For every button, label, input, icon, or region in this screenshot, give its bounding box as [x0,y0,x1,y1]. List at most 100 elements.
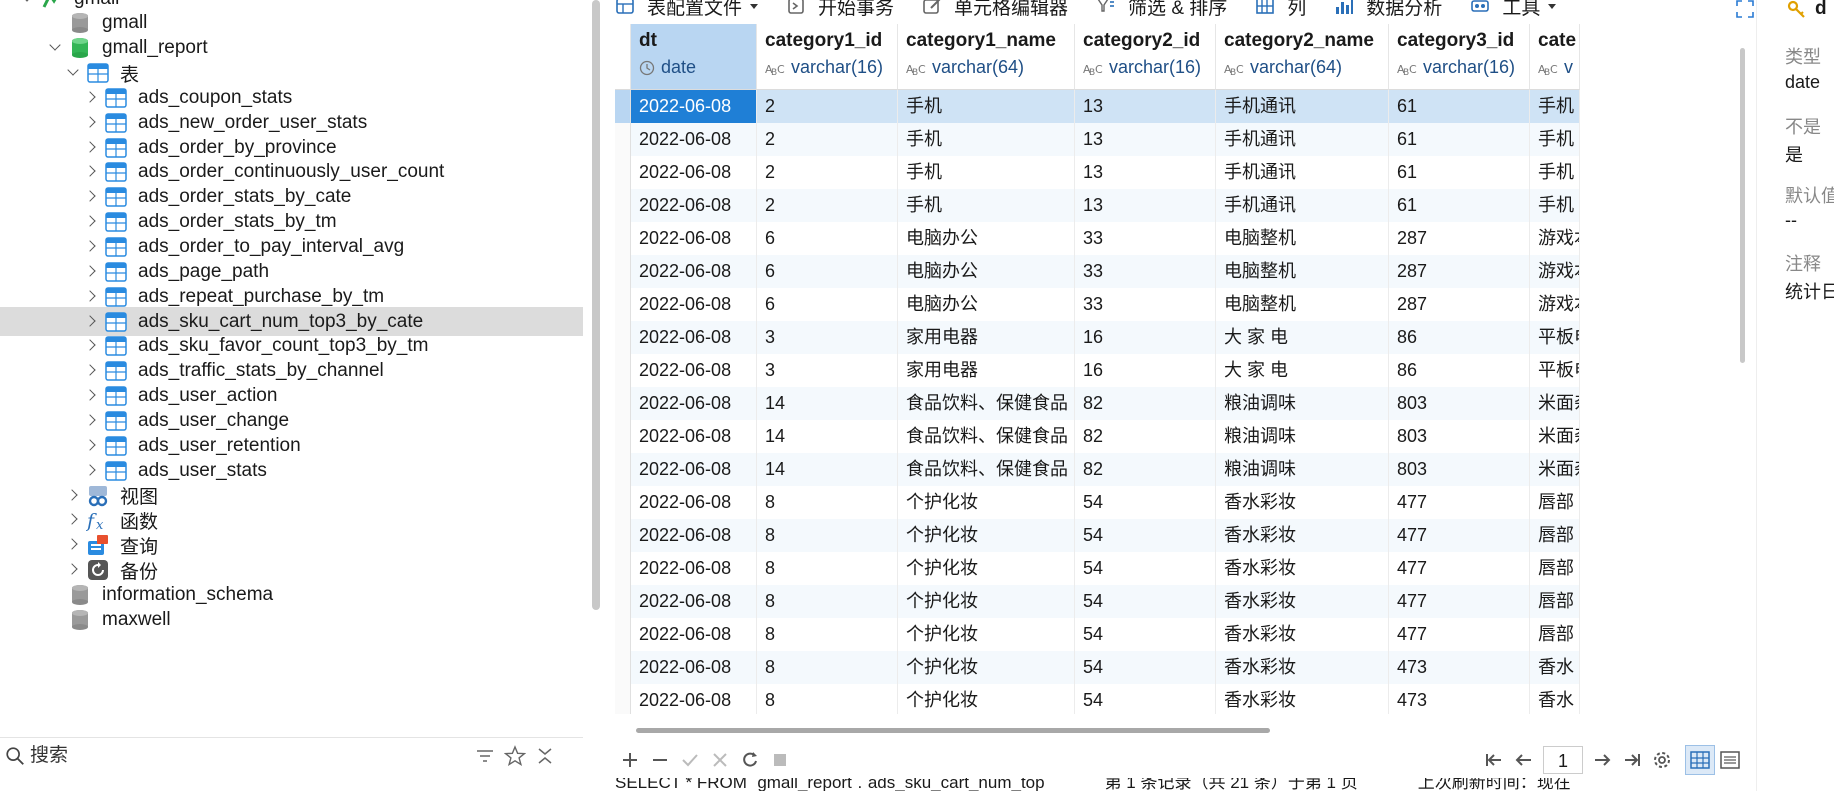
cell-dt[interactable]: 2022-06-08 [631,420,757,453]
cell-dt[interactable]: 2022-06-08 [631,156,757,189]
cell-category1_id[interactable]: 8 [757,684,898,714]
column-header-category2_id[interactable]: category2_id A B C varchar(16) [1075,24,1216,90]
stop-icon[interactable] [765,745,795,775]
table-row[interactable]: 2022-06-086电脑办公33电脑整机287游戏本 [615,288,1580,321]
column-header-category3_id[interactable]: category3_id A B C varchar(16) [1389,24,1530,90]
cell-category1_name[interactable]: 手机 [898,189,1075,222]
last-page-icon[interactable] [1617,745,1647,775]
table-row[interactable]: 2022-06-0814食品饮料、保健食品82粮油调味803米面杂 [615,387,1580,420]
cell-cate[interactable]: 唇部 [1530,486,1580,519]
form-view-icon[interactable] [1715,745,1745,775]
navigator-scrollbar[interactable] [592,0,600,610]
table-row[interactable]: 2022-06-08 8 个护化妆 54 香水彩妆 473 香水 [615,684,1580,714]
cell-category2_id[interactable]: 54 [1075,519,1216,552]
cell-dt[interactable]: 2022-06-08 [631,618,757,651]
toolbar-data-analysis-button[interactable]: 数据分析 [1334,0,1442,20]
cell-dt[interactable]: 2022-06-08 [631,651,757,684]
table-row[interactable]: 2022-06-086电脑办公33电脑整机287游戏本 [615,255,1580,288]
row-header[interactable] [615,519,631,552]
cell-category1_name[interactable]: 电脑办公 [898,255,1075,288]
cell-category1_id[interactable]: 14 [757,453,898,486]
table-row[interactable]: 2022-06-0814食品饮料、保健食品82粮油调味803米面杂 [615,453,1580,486]
cell-category3_id[interactable]: 477 [1389,618,1530,651]
cell-category1_name[interactable]: 电脑办公 [898,288,1075,321]
table-row[interactable]: 2022-06-08 2 手机 13 手机通讯 61 手机 [615,123,1580,156]
cell-category1_name[interactable]: 个护化妆 [898,651,1075,684]
cell-cate[interactable]: 米面杂 [1530,453,1580,486]
cell-category2_id[interactable]: 33 [1075,288,1216,321]
cell-cate[interactable]: 米面杂 [1530,420,1580,453]
cell-category3_id[interactable]: 477 [1389,486,1530,519]
cell-cate[interactable]: 唇部 [1530,585,1580,618]
row-header[interactable] [615,552,631,585]
row-header[interactable] [615,222,631,255]
cell-category2_name[interactable]: 香水彩妆 [1216,684,1389,714]
cell-cate[interactable]: 游戏本 [1530,255,1580,288]
cell-category3_id[interactable]: 86 [1389,354,1530,387]
cell-category2_name[interactable]: 大 家 电 [1216,354,1389,387]
chevron-right-icon[interactable] [84,265,98,279]
chevron-right-icon[interactable] [84,389,98,403]
cell-category1_name[interactable]: 个护化妆 [898,552,1075,585]
cell-dt[interactable]: 2022-06-08 [631,387,757,420]
chevron-down-icon[interactable] [20,0,34,6]
cell-category1_id[interactable]: 8 [757,618,898,651]
cell-category3_id[interactable]: 287 [1389,222,1530,255]
cell-category2_name[interactable]: 手机通讯 [1216,90,1389,123]
cell-cate[interactable]: 唇部 [1530,552,1580,585]
cell-dt[interactable]: 2022-06-08 [631,255,757,288]
cell-category1_name[interactable]: 个护化妆 [898,618,1075,651]
chevron-right-icon[interactable] [66,563,80,577]
cell-category2_name[interactable]: 手机通讯 [1216,189,1389,222]
cell-category1_name[interactable]: 手机 [898,123,1075,156]
cell-category1_name[interactable]: 个护化妆 [898,684,1075,714]
cell-category1_name[interactable]: 家用电器 [898,354,1075,387]
star-icon[interactable] [500,741,530,771]
chevron-right-icon[interactable] [84,414,98,428]
cell-category2_name[interactable]: 香水彩妆 [1216,585,1389,618]
cell-dt[interactable]: 2022-06-08 [631,519,757,552]
row-header[interactable] [615,651,631,684]
row-header[interactable] [615,486,631,519]
cell-category3_id[interactable]: 803 [1389,387,1530,420]
cell-category2_id[interactable]: 82 [1075,387,1216,420]
column-header-category2_name[interactable]: category2_name A B C varchar(64) [1216,24,1389,90]
cell-dt[interactable]: 2022-06-08 [631,684,757,714]
cell-category1_name[interactable]: 个护化妆 [898,585,1075,618]
cell-category2_name[interactable]: 大 家 电 [1216,321,1389,354]
cell-dt[interactable]: 2022-06-08 [631,354,757,387]
cell-category3_id[interactable]: 473 [1389,651,1530,684]
cell-cate[interactable]: 手机 [1530,189,1580,222]
cell-dt[interactable]: 2022-06-08 [631,123,757,156]
discard-x-icon[interactable] [705,745,735,775]
cell-dt[interactable]: 2022-06-08 [631,486,757,519]
cell-dt[interactable]: 2022-06-08 [631,222,757,255]
cell-category2_id[interactable]: 54 [1075,651,1216,684]
cell-category1_id[interactable]: 6 [757,222,898,255]
page-number-input[interactable]: 1 [1543,746,1583,774]
toolbar-cell-editor-button[interactable]: 单元格编辑器 [922,0,1068,20]
table-row[interactable]: 2022-06-08 8 个护化妆 54 香水彩妆 477 唇部 [615,552,1580,585]
cell-category1_id[interactable]: 8 [757,585,898,618]
cell-category1_name[interactable]: 个护化妆 [898,519,1075,552]
cell-category1_id[interactable]: 2 [757,123,898,156]
cell-category2_name[interactable]: 电脑整机 [1216,255,1389,288]
cell-category2_name[interactable]: 香水彩妆 [1216,651,1389,684]
cell-category3_id[interactable]: 477 [1389,552,1530,585]
cell-category2_name[interactable]: 香水彩妆 [1216,618,1389,651]
cell-category3_id[interactable]: 803 [1389,453,1530,486]
cell-category2_id[interactable]: 13 [1075,189,1216,222]
cell-category2_name[interactable]: 手机通讯 [1216,123,1389,156]
navigator-search-input[interactable] [30,744,470,767]
cell-dt[interactable]: 2022-06-08 [631,189,757,222]
cell-cate[interactable]: 平板电 [1530,354,1580,387]
chevron-down-icon[interactable] [66,66,80,80]
grid-view-icon[interactable] [1685,745,1715,775]
cell-category3_id[interactable]: 61 [1389,123,1530,156]
refresh-icon[interactable] [735,745,765,775]
cell-category2_id[interactable]: 54 [1075,552,1216,585]
cell-dt[interactable]: 2022-06-08 [631,585,757,618]
column-header-category1_id[interactable]: category1_id A B C varchar(16) [757,24,898,90]
chevron-right-icon[interactable] [84,215,98,229]
cell-category2_id[interactable]: 82 [1075,453,1216,486]
